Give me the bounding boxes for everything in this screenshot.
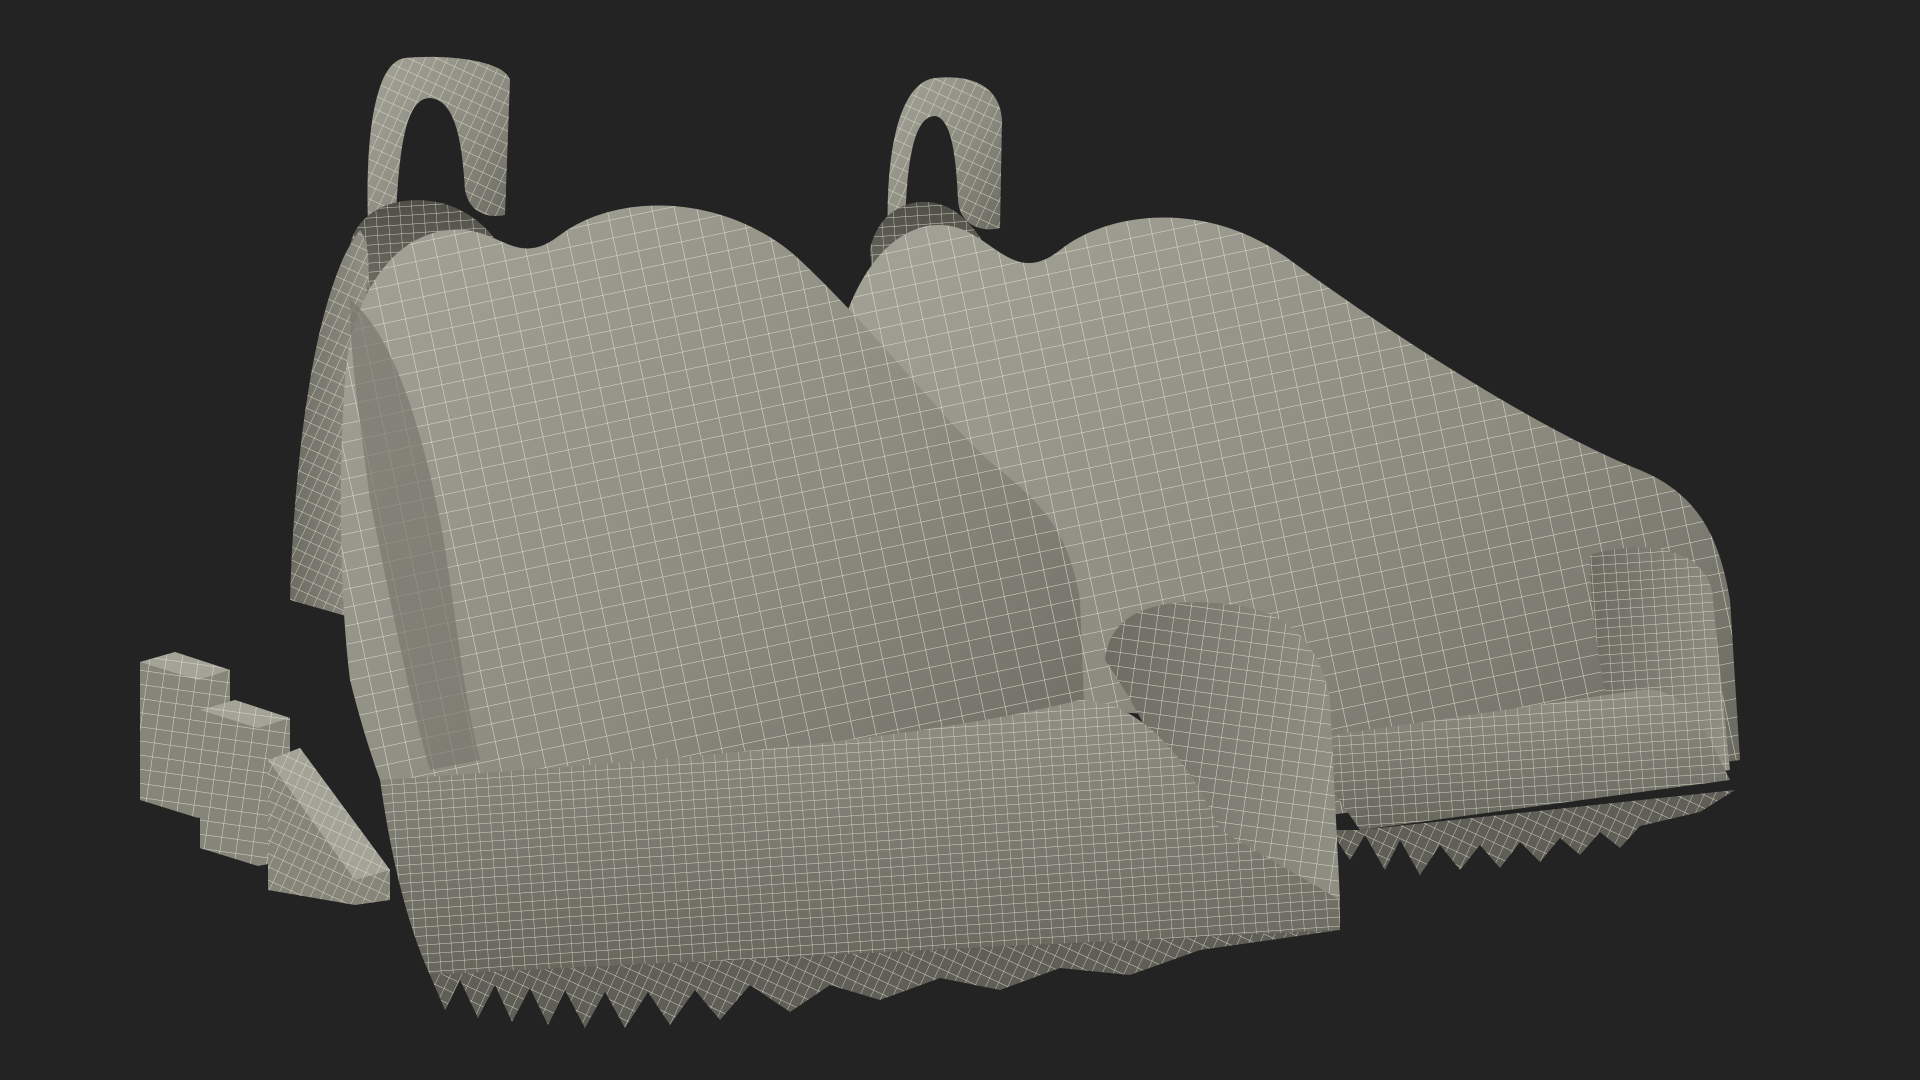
- render-viewport: [0, 0, 1920, 1080]
- left-shoe-heel-blocks: [140, 652, 390, 905]
- sneaker-render: [140, 56, 1740, 1028]
